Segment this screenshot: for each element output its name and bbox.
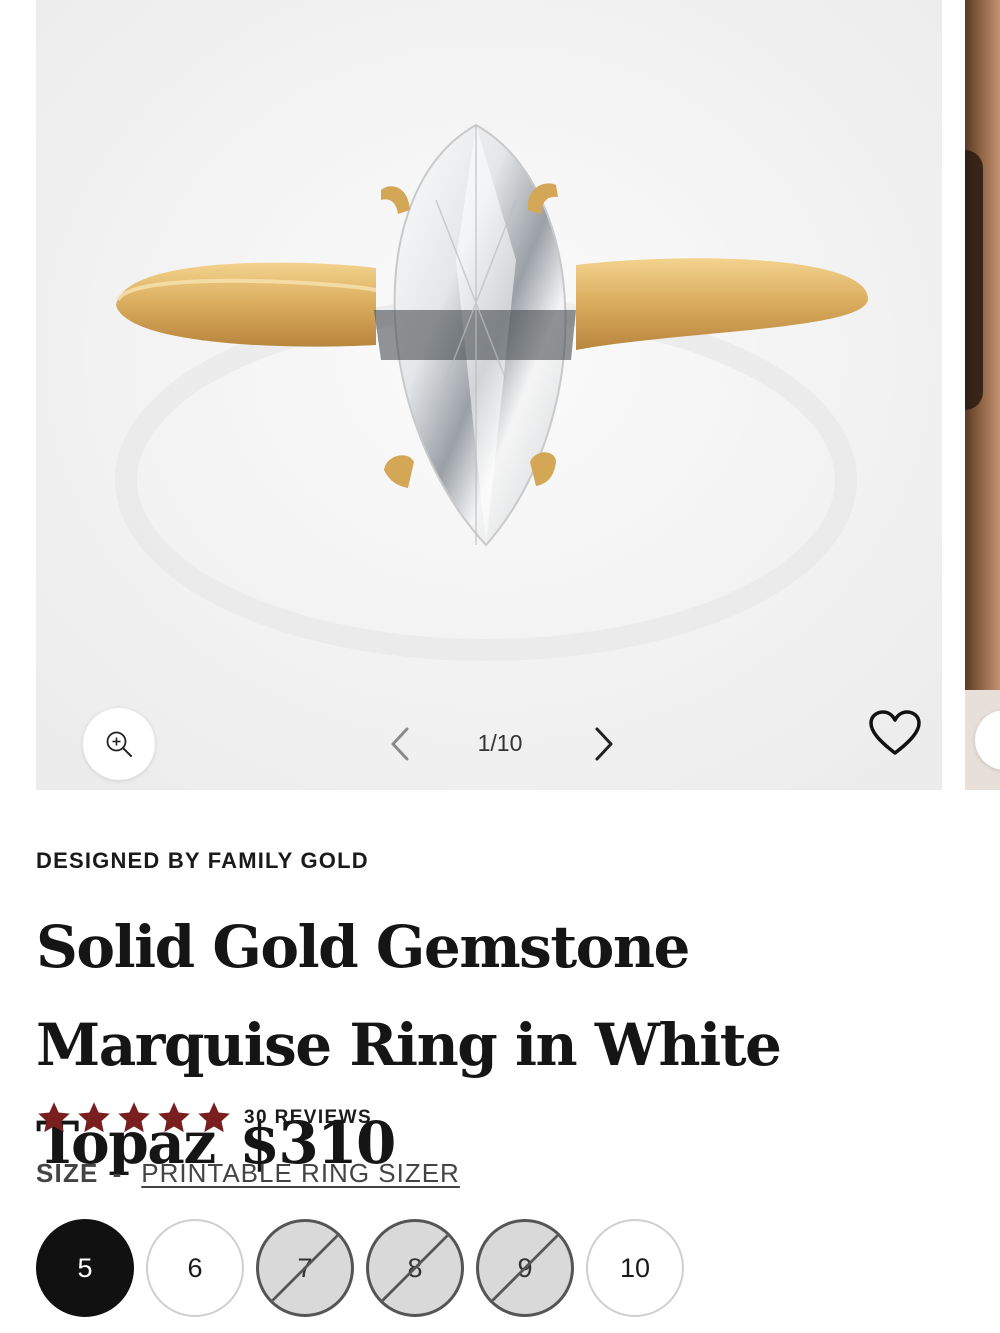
reviews-link[interactable]: 30 REVIEWS (244, 1107, 372, 1129)
size-separator: - (112, 1158, 122, 1188)
heart-icon (869, 710, 921, 755)
unavailable-slash-icon (267, 1230, 343, 1306)
size-option-9[interactable]: 9 (476, 1219, 574, 1317)
size-option-label: 5 (77, 1252, 93, 1283)
size-header: SIZE - PRINTABLE RING SIZER (36, 1158, 460, 1189)
size-label: SIZE (36, 1158, 99, 1188)
size-option-8[interactable]: 8 (366, 1219, 464, 1317)
product-rating: 30 REVIEWS (36, 1098, 372, 1138)
star-icon (158, 1102, 190, 1133)
wishlist-button[interactable] (866, 706, 924, 760)
chevron-right-icon (595, 727, 613, 761)
unavailable-slash-icon (377, 1230, 453, 1306)
zoom-in-icon (106, 731, 132, 757)
size-option-5[interactable]: 5 (36, 1219, 134, 1317)
product-gallery: 1/10 (0, 0, 1000, 790)
star-icon (78, 1102, 110, 1133)
product-title: Solid Gold Gemstone Marquise Ring in Whi… (36, 898, 966, 1192)
zoom-button[interactable] (83, 708, 155, 780)
image-counter: 1/10 (477, 730, 523, 756)
size-option-label: 10 (619, 1252, 651, 1283)
chevron-left-icon (391, 727, 409, 761)
gallery-slide-current[interactable] (36, 0, 942, 790)
size-option-6[interactable]: 6 (146, 1219, 244, 1317)
printable-ring-sizer-link[interactable]: PRINTABLE RING SIZER (141, 1158, 460, 1189)
gallery-slide-next-peek[interactable] (965, 0, 1000, 790)
peek-image-shadow (965, 150, 983, 410)
size-option-10[interactable]: 10 (586, 1219, 684, 1317)
next-image-button[interactable] (584, 722, 624, 766)
product-image (36, 0, 942, 790)
size-selector: 5 6 789 10 (36, 1219, 684, 1317)
star-rating[interactable] (36, 1100, 232, 1136)
designer-label[interactable]: DESIGNED BY FAMILY GOLD (36, 848, 369, 874)
star-icon (118, 1102, 150, 1133)
star-icon (38, 1102, 70, 1133)
size-option-label: 6 (187, 1252, 203, 1283)
star-icon (198, 1102, 230, 1133)
previous-image-button[interactable] (380, 722, 420, 766)
size-option-7[interactable]: 7 (256, 1219, 354, 1317)
unavailable-slash-icon (487, 1230, 563, 1306)
